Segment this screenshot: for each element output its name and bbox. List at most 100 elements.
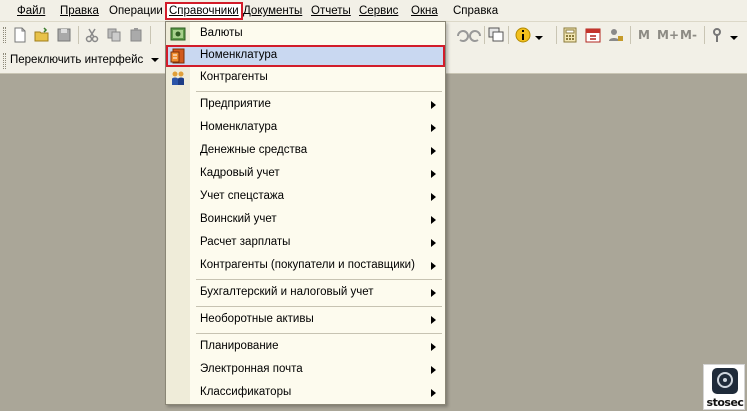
menu-reports[interactable]: Отчеты bbox=[311, 3, 351, 19]
settings-icon[interactable] bbox=[710, 27, 726, 43]
nomenclature-icon bbox=[170, 48, 185, 64]
menu-item-label: Контрагенты bbox=[200, 71, 268, 83]
counterparties-icon bbox=[172, 71, 184, 85]
menu-service[interactable]: Сервис bbox=[359, 3, 398, 19]
toolbar-separator bbox=[704, 26, 705, 44]
memory-plus-button[interactable]: M+ bbox=[657, 28, 679, 42]
switch-interface-button[interactable]: Переключить интерфейс bbox=[10, 54, 159, 66]
menu-item-label: Валюты bbox=[200, 27, 243, 39]
submenu-arrow-icon bbox=[431, 343, 436, 351]
menu-item-label: Классификаторы bbox=[200, 386, 292, 398]
memory-button[interactable]: M bbox=[638, 28, 650, 42]
menu-reports-label: Отчеты bbox=[311, 5, 351, 17]
menu-file[interactable]: Файл bbox=[17, 3, 45, 19]
calendar-icon[interactable] bbox=[585, 27, 601, 43]
submenu-arrow-icon bbox=[431, 193, 436, 201]
menu-item-classifiers[interactable]: Классификаторы bbox=[166, 382, 445, 404]
menu-file-label: Файл bbox=[17, 5, 46, 17]
menu-item-label: Расчет зарплаты bbox=[200, 236, 291, 248]
submenu-arrow-icon bbox=[431, 147, 436, 155]
toolbar-separator bbox=[78, 26, 79, 44]
submenu-arrow-icon bbox=[431, 316, 436, 324]
submenu-arrow-icon bbox=[431, 216, 436, 224]
menu-item-noncurrent-assets[interactable]: Необоротные активы bbox=[166, 309, 445, 331]
info-icon[interactable] bbox=[515, 27, 531, 43]
paste-icon[interactable] bbox=[128, 27, 144, 43]
windows-icon[interactable] bbox=[488, 27, 504, 43]
menu-item-accounting-tax[interactable]: Бухгалтерский и налоговый учет bbox=[166, 282, 445, 304]
menu-item-label: Учет спецстажа bbox=[200, 190, 284, 202]
menu-item-enterprise[interactable]: Предприятие bbox=[166, 94, 445, 116]
toolbar-separator bbox=[150, 26, 151, 44]
memory-minus-button[interactable]: M- bbox=[680, 28, 697, 42]
menu-separator bbox=[196, 306, 442, 307]
submenu-arrow-icon bbox=[431, 389, 436, 397]
submenu-arrow-icon bbox=[431, 170, 436, 178]
menu-item-planning[interactable]: Планирование bbox=[166, 336, 445, 358]
menu-item-currencies[interactable]: Валюты bbox=[166, 23, 445, 45]
stosec-logo-icon bbox=[712, 368, 738, 394]
menu-item-special-seniority[interactable]: Учет спецстажа bbox=[166, 186, 445, 208]
menu-item-hr[interactable]: Кадровый учет bbox=[166, 163, 445, 185]
calculator-icon[interactable] bbox=[562, 27, 578, 43]
menu-item-email[interactable]: Электронная почта bbox=[166, 359, 445, 381]
menu-item-label: Необоротные активы bbox=[200, 313, 314, 325]
toolbar-separator bbox=[508, 26, 509, 44]
menu-documents[interactable]: Документы bbox=[243, 3, 302, 19]
new-document-icon[interactable] bbox=[12, 27, 28, 43]
chevron-down-icon[interactable] bbox=[535, 34, 543, 42]
toolbar-grip[interactable] bbox=[3, 27, 6, 43]
menu-item-nomenclature[interactable]: Номенклатура bbox=[166, 45, 445, 67]
submenu-arrow-icon bbox=[431, 101, 436, 109]
menu-item-cash[interactable]: Денежные средства bbox=[166, 140, 445, 162]
menu-item-nomenclature-submenu[interactable]: Номенклатура bbox=[166, 117, 445, 139]
copy-icon[interactable] bbox=[106, 27, 122, 43]
toolbar-separator bbox=[556, 26, 557, 44]
menu-bar: Файл Правка Операции Справочники Докумен… bbox=[0, 0, 747, 22]
menu-item-label: Номенклатура bbox=[200, 49, 278, 61]
menu-item-label: Номенклатура bbox=[200, 121, 278, 133]
menu-separator bbox=[196, 91, 442, 92]
menu-edit[interactable]: Правка bbox=[60, 3, 99, 19]
rotate-right-icon[interactable] bbox=[468, 27, 484, 43]
cut-icon[interactable] bbox=[84, 27, 100, 43]
references-dropdown-menu: Валюты Номенклатура Контрагенты Предприя… bbox=[165, 21, 446, 405]
submenu-arrow-icon bbox=[431, 124, 436, 132]
menu-item-label: Предприятие bbox=[200, 98, 271, 110]
toolbar-grip[interactable] bbox=[3, 53, 6, 69]
user-lock-icon[interactable] bbox=[608, 27, 624, 43]
menu-item-military[interactable]: Воинский учет bbox=[166, 209, 445, 231]
submenu-arrow-icon bbox=[431, 366, 436, 374]
menu-edit-label: Правка bbox=[60, 5, 99, 17]
menu-separator bbox=[196, 333, 442, 334]
menu-references[interactable]: Справочники bbox=[165, 2, 243, 20]
menu-item-buyers-suppliers[interactable]: Контрагенты (покупатели и поставщики) bbox=[166, 255, 445, 277]
open-folder-icon[interactable] bbox=[34, 27, 50, 43]
menu-service-label: Сервис bbox=[359, 5, 399, 17]
toolbar-separator bbox=[484, 26, 485, 44]
menu-separator bbox=[196, 279, 442, 280]
menu-operations[interactable]: Операции bbox=[109, 3, 163, 19]
menu-item-counterparties[interactable]: Контрагенты bbox=[166, 67, 445, 89]
menu-windows-label: Окна bbox=[411, 5, 438, 17]
submenu-arrow-icon bbox=[431, 262, 436, 270]
submenu-arrow-icon bbox=[431, 289, 436, 297]
menu-references-label: Справочники bbox=[169, 5, 239, 17]
menu-windows[interactable]: Окна bbox=[411, 3, 438, 19]
currency-icon bbox=[170, 27, 186, 41]
save-icon[interactable] bbox=[56, 27, 72, 43]
menu-item-label: Кадровый учет bbox=[200, 167, 280, 179]
watermark-logo: stosec bbox=[703, 364, 745, 410]
menu-item-label: Планирование bbox=[200, 340, 279, 352]
menu-item-label: Электронная почта bbox=[200, 363, 303, 375]
menu-help[interactable]: Справка bbox=[453, 3, 498, 19]
menu-item-label: Денежные средства bbox=[200, 144, 308, 156]
menu-documents-label: Документы bbox=[243, 5, 303, 17]
submenu-arrow-icon bbox=[431, 239, 436, 247]
menu-item-label: Контрагенты (покупатели и поставщики) bbox=[200, 259, 415, 271]
watermark-text: stosec bbox=[706, 396, 744, 409]
menu-item-payroll[interactable]: Расчет зарплаты bbox=[166, 232, 445, 254]
menu-item-label: Воинский учет bbox=[200, 213, 277, 225]
switch-interface-label: Переключить интерфейс bbox=[10, 54, 144, 66]
chevron-down-icon[interactable] bbox=[730, 34, 738, 42]
